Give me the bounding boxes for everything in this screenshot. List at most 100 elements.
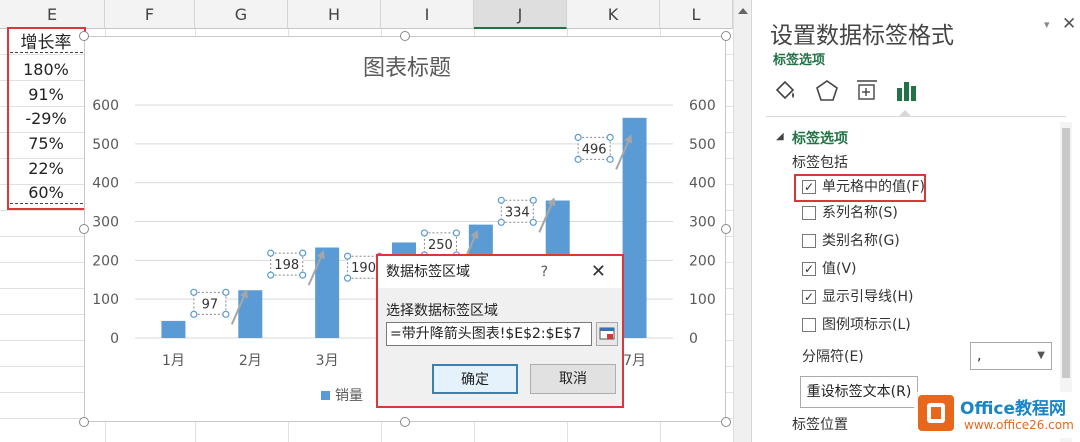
label-handle[interactable] [343, 252, 352, 260]
cancel-button[interactable]: 取消 [530, 364, 616, 394]
label-handle[interactable] [452, 229, 461, 237]
resize-handle[interactable] [721, 31, 731, 41]
checkbox[interactable]: ✓ [802, 262, 816, 276]
separator-label: 分隔符(E) [802, 349, 864, 365]
resize-handle[interactable] [79, 224, 89, 234]
data-label[interactable]: 334 [497, 196, 537, 226]
label-handle[interactable] [190, 288, 198, 296]
label-handle[interactable] [420, 229, 429, 237]
close-button[interactable]: ✕ [591, 256, 606, 288]
separator-dropdown[interactable]: , ▼ [970, 342, 1052, 370]
sheet-vertical-scrollbar[interactable] [733, 0, 751, 442]
range-input[interactable]: =带升降箭头图表!$E$2:$E$7 [386, 322, 592, 346]
pane-subtitle[interactable]: 标签选项 [773, 49, 825, 68]
label-position-heading: 标签位置 [792, 417, 848, 433]
legend-label: 销量 [335, 388, 363, 404]
y-tick-label: 100 [689, 292, 716, 308]
range-select-icon [599, 327, 615, 340]
checkbox[interactable] [802, 234, 816, 248]
label-handle[interactable] [606, 155, 614, 163]
help-button[interactable]: ? [541, 256, 548, 288]
bar[interactable] [238, 290, 263, 338]
collapse-triangle-icon[interactable]: ◢ [776, 131, 784, 142]
column-header-g[interactable]: G [195, 0, 288, 29]
y-axis-right[interactable]: 0 100 200 300 400 500 600 [689, 98, 716, 347]
y-tick-label: 0 [689, 331, 698, 347]
ok-button[interactable]: 确定 [432, 364, 518, 394]
checkbox[interactable] [802, 206, 816, 220]
pentagon-icon [816, 80, 838, 101]
resize-handle[interactable] [79, 31, 89, 41]
separator-value: , [977, 348, 982, 364]
pane-divider [766, 116, 1066, 117]
label-handle[interactable] [343, 274, 352, 282]
scroll-up-icon[interactable] [738, 8, 748, 14]
column-header-j[interactable]: J [474, 0, 567, 29]
legend[interactable]: 销量 [321, 388, 363, 404]
label-handle[interactable] [574, 133, 582, 141]
pane-close-icon[interactable]: ✕ [1062, 14, 1076, 34]
watermark-name: Office教程网 [960, 399, 1067, 419]
collapse-dialog-button[interactable] [596, 322, 618, 346]
label-handle[interactable] [497, 196, 505, 204]
size-properties-tab[interactable] [854, 78, 880, 104]
y-tick-label: 400 [92, 176, 119, 192]
label-handle[interactable] [222, 288, 230, 296]
spreadsheet-grid[interactable]: E F G H I J K L 增长率 180% 91% -29% 75% 22… [0, 0, 733, 442]
resize-handle[interactable] [400, 31, 410, 41]
format-data-labels-pane[interactable]: 设置数据标签格式 ▾ ✕ 标签选项 ◢ 标签选项 标签包括 ✓ 单元格中的值(F… [751, 0, 1080, 442]
column-header-h[interactable]: H [288, 0, 381, 29]
data-label-range-dialog[interactable]: 数据标签区域 ? ✕ 选择数据标签区域 =带升降箭头图表!$E$2:$E$7 确… [376, 254, 624, 408]
column-header-f[interactable]: F [105, 0, 195, 29]
label-handle[interactable] [299, 249, 307, 257]
fill-line-tab[interactable] [772, 78, 798, 104]
label-handle[interactable] [574, 155, 582, 163]
effects-tab[interactable] [814, 78, 840, 104]
section-label-options[interactable]: 标签选项 [792, 128, 848, 148]
data-label[interactable]: 496 [574, 133, 614, 163]
label-options-tab[interactable] [894, 78, 920, 104]
bar[interactable] [622, 117, 647, 338]
label-handle[interactable] [529, 218, 537, 226]
scrollbar-thumb[interactable] [1062, 128, 1070, 378]
resize-handle[interactable] [721, 417, 731, 427]
bar[interactable] [161, 320, 186, 338]
data-label[interactable]: 97 [190, 288, 230, 318]
checkbox[interactable]: ✓ [802, 290, 816, 304]
chart-title[interactable]: 图表标题 [363, 56, 451, 81]
resize-handle[interactable] [400, 417, 410, 427]
label-handle[interactable] [267, 271, 275, 279]
data-label-text: 250 [428, 238, 453, 253]
label-handle[interactable] [497, 218, 505, 226]
label-handle[interactable] [529, 196, 537, 204]
dialog-prompt: 选择数据标签区域 [386, 303, 498, 319]
label-contains-heading: 标签包括 [792, 155, 848, 171]
dialog-title: 数据标签区域 [386, 264, 470, 280]
checkbox[interactable] [802, 318, 816, 332]
column-header-e[interactable]: E [0, 0, 105, 29]
label-handle[interactable] [190, 310, 198, 318]
y-tick-label: 100 [92, 292, 119, 308]
dialog-titlebar[interactable]: 数据标签区域 ? ✕ [378, 256, 622, 288]
checkbox-label: 类别名称(G) [822, 233, 900, 249]
y-axis-left[interactable]: 0 100 200 300 400 500 600 [92, 98, 119, 347]
resize-handle[interactable] [79, 417, 89, 427]
reset-label-text-button[interactable]: 重设标签文本(R) [800, 376, 918, 408]
data-label-text: 97 [202, 297, 219, 312]
column-header-l[interactable]: L [660, 0, 733, 29]
watermark-url: www.office26.com [964, 418, 1074, 432]
label-handle[interactable] [299, 271, 307, 279]
pane-options-icon[interactable]: ▾ [1044, 18, 1050, 31]
checkbox-label: 显示引导线(H) [822, 289, 914, 305]
data-label[interactable]: 198 [267, 249, 307, 279]
resize-handle[interactable] [721, 224, 731, 234]
label-handle[interactable] [606, 133, 614, 141]
y-tick-label: 600 [689, 98, 716, 114]
office-logo-icon [918, 395, 954, 431]
label-handle[interactable] [222, 310, 230, 318]
data-label-text: 334 [505, 205, 530, 220]
column-header-k[interactable]: K [567, 0, 660, 29]
data-label-text: 198 [274, 258, 299, 273]
label-handle[interactable] [267, 249, 275, 257]
column-header-i[interactable]: I [381, 0, 474, 29]
